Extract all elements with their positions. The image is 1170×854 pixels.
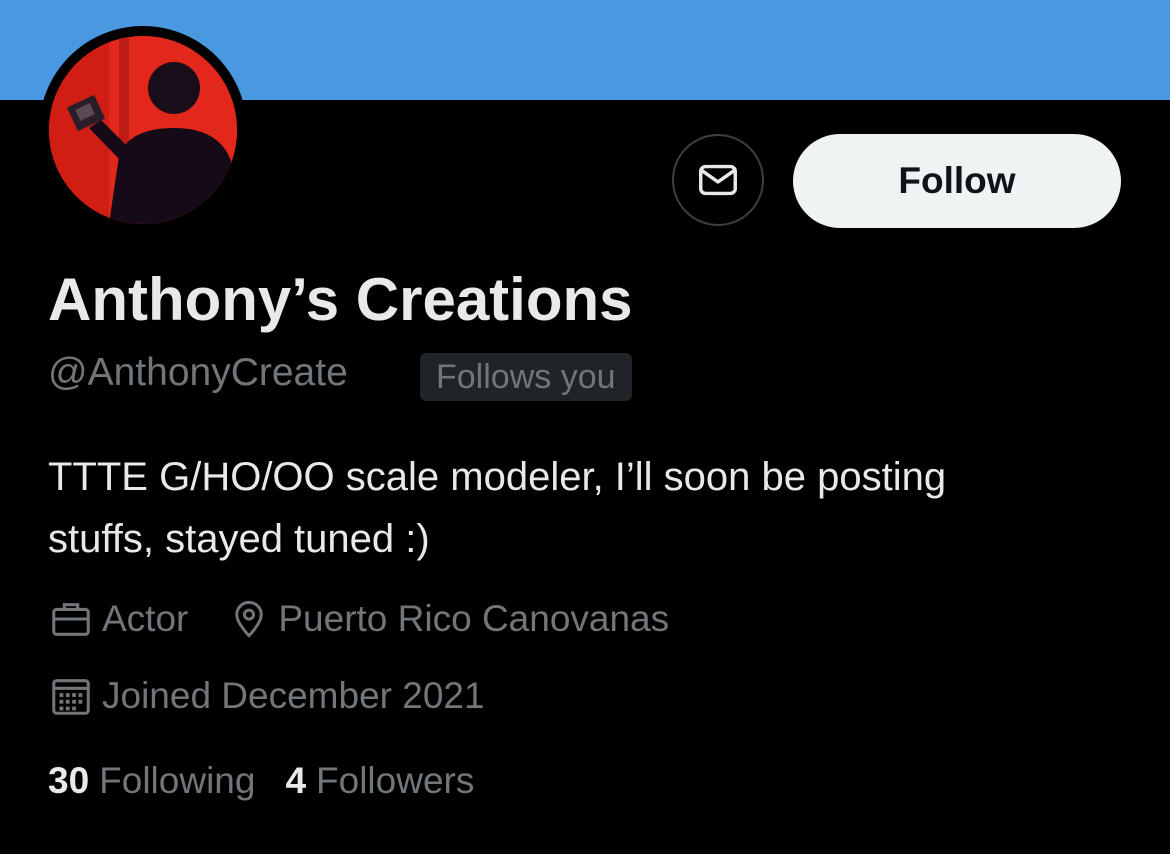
avatar-image: [49, 36, 237, 224]
map-pin-icon: [235, 600, 264, 638]
profile-joined-date: Joined December 2021: [102, 675, 485, 716]
profile-stats: 30 Following 4 Followers: [48, 756, 474, 806]
following-link[interactable]: 30 Following: [48, 760, 255, 802]
profile-meta: Actor Puerto Rico Canovanas: [48, 594, 669, 644]
profile-bio: TTTE G/HO/OO scale modeler, I’ll soon be…: [48, 446, 1128, 570]
profile-category: Actor: [102, 598, 189, 639]
display-name: Anthony’s Creations: [48, 266, 633, 333]
bio-line: stuffs, stayed tuned :): [48, 517, 430, 561]
following-label: Following: [99, 760, 256, 801]
follows-you-badge: Follows you: [420, 353, 632, 401]
profile-handle: @AnthonyCreate: [48, 351, 348, 394]
followers-label: Followers: [316, 760, 475, 801]
follow-button[interactable]: Follow: [793, 134, 1121, 228]
followers-count: 4: [285, 760, 307, 801]
briefcase-icon: [52, 603, 90, 636]
envelope-icon: [699, 164, 737, 196]
message-button[interactable]: [672, 134, 764, 226]
avatar[interactable]: [49, 36, 237, 224]
followers-link[interactable]: 4 Followers: [285, 760, 474, 802]
following-count: 30: [48, 760, 90, 801]
calendar-icon: [52, 679, 90, 715]
bio-line: TTTE G/HO/OO scale modeler, I’ll soon be…: [48, 455, 947, 499]
profile-joined-row: Joined December 2021: [48, 671, 485, 721]
profile-location: Puerto Rico Canovanas: [278, 598, 670, 639]
